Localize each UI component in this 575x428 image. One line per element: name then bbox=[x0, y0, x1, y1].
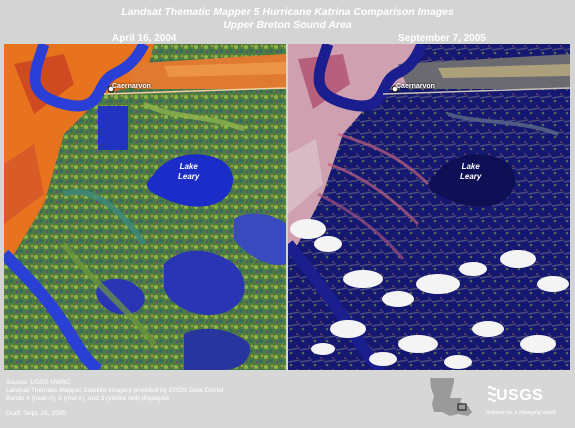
right-place-label: Caernarvon bbox=[396, 83, 435, 90]
title-line-2: Upper Breton Sound Area bbox=[223, 19, 352, 31]
source-line: Source: USGS NWRC bbox=[6, 379, 71, 386]
usgs-logo-mark bbox=[488, 385, 496, 403]
pre-hurricane-satellite-scene bbox=[4, 44, 286, 370]
post-hurricane-image: Caernarvon Lake Leary bbox=[288, 44, 570, 370]
post-hurricane-satellite-scene bbox=[288, 44, 570, 370]
footer: Source: USGS NWRC Landsat Thematic Mappe… bbox=[0, 370, 575, 428]
imagery-credit-line: Landsat Thematic Mapper Satellite Imager… bbox=[6, 387, 225, 394]
right-lake-label-line1: Lake bbox=[461, 162, 480, 171]
usgs-tagline: science for a changing world bbox=[486, 410, 556, 416]
left-lake-label-line1: Lake bbox=[179, 162, 198, 171]
left-lake-label: Lake Leary bbox=[178, 162, 199, 182]
right-date-label: September 7, 2005 bbox=[398, 33, 486, 44]
image-frame: Landsat Thematic Mapper 5 Hurricane Katr… bbox=[0, 0, 575, 428]
left-lake-label-line2: Leary bbox=[178, 172, 200, 181]
louisiana-locator-map bbox=[430, 378, 472, 416]
right-lake-label-line2: Leary bbox=[460, 172, 482, 181]
draft-date-line: Draft: Sept. 28, 2005 bbox=[6, 410, 66, 417]
bands-line: Bands 4 (near-ir), 5 (mid-ir), and 3 (vi… bbox=[6, 395, 169, 402]
left-place-label: Caernarvon bbox=[112, 83, 151, 90]
usgs-wordmark: USGS bbox=[496, 387, 544, 404]
source-notes: Source: USGS NWRC Landsat Thematic Mappe… bbox=[6, 379, 224, 418]
pre-hurricane-image: Caernarvon Lake Leary bbox=[4, 44, 286, 370]
left-date-label: April 16, 2004 bbox=[112, 33, 177, 44]
title-line-1: Landsat Thematic Mapper 5 Hurricane Katr… bbox=[121, 6, 454, 18]
right-lake-label: Lake Leary bbox=[460, 162, 481, 182]
header: Landsat Thematic Mapper 5 Hurricane Katr… bbox=[0, 0, 575, 44]
